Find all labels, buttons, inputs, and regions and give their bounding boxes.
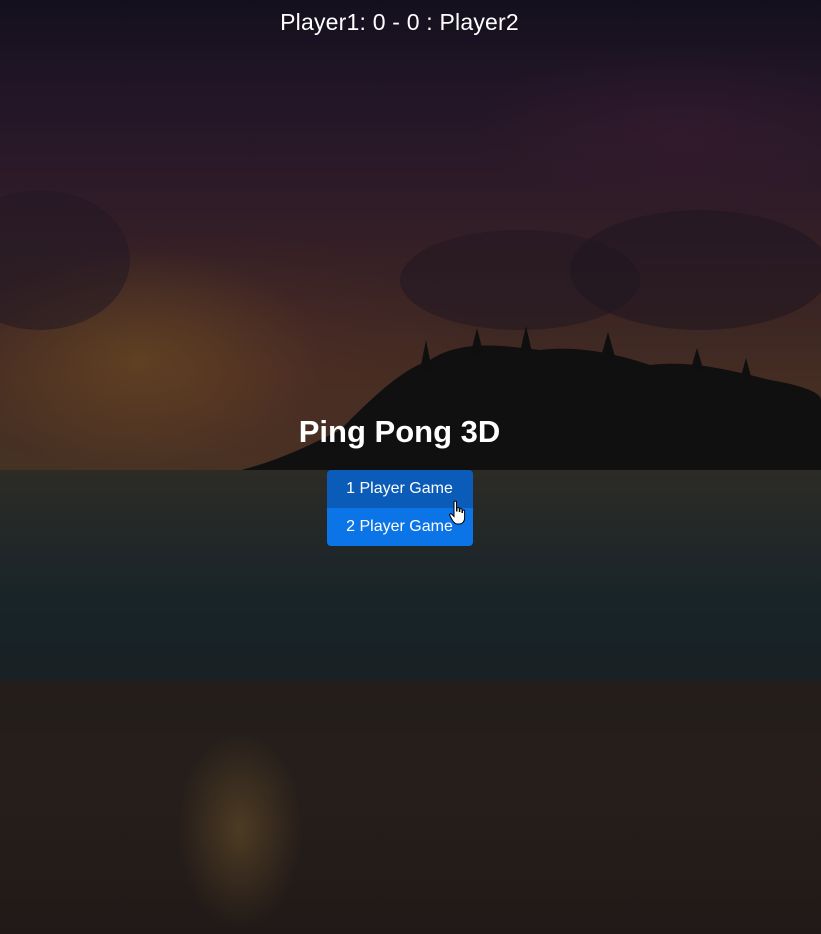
game-screen: Player1: 0 - 0 : Player2 Ping Pong 3D 1 … bbox=[0, 0, 821, 934]
main-menu: Ping Pong 3D 1 Player Game 2 Player Game bbox=[0, 412, 799, 546]
game-title: Ping Pong 3D bbox=[298, 414, 501, 449]
hand-pointer-icon bbox=[449, 500, 466, 525]
scoreboard: Player1: 0 - 0 : Player2 bbox=[280, 9, 519, 35]
